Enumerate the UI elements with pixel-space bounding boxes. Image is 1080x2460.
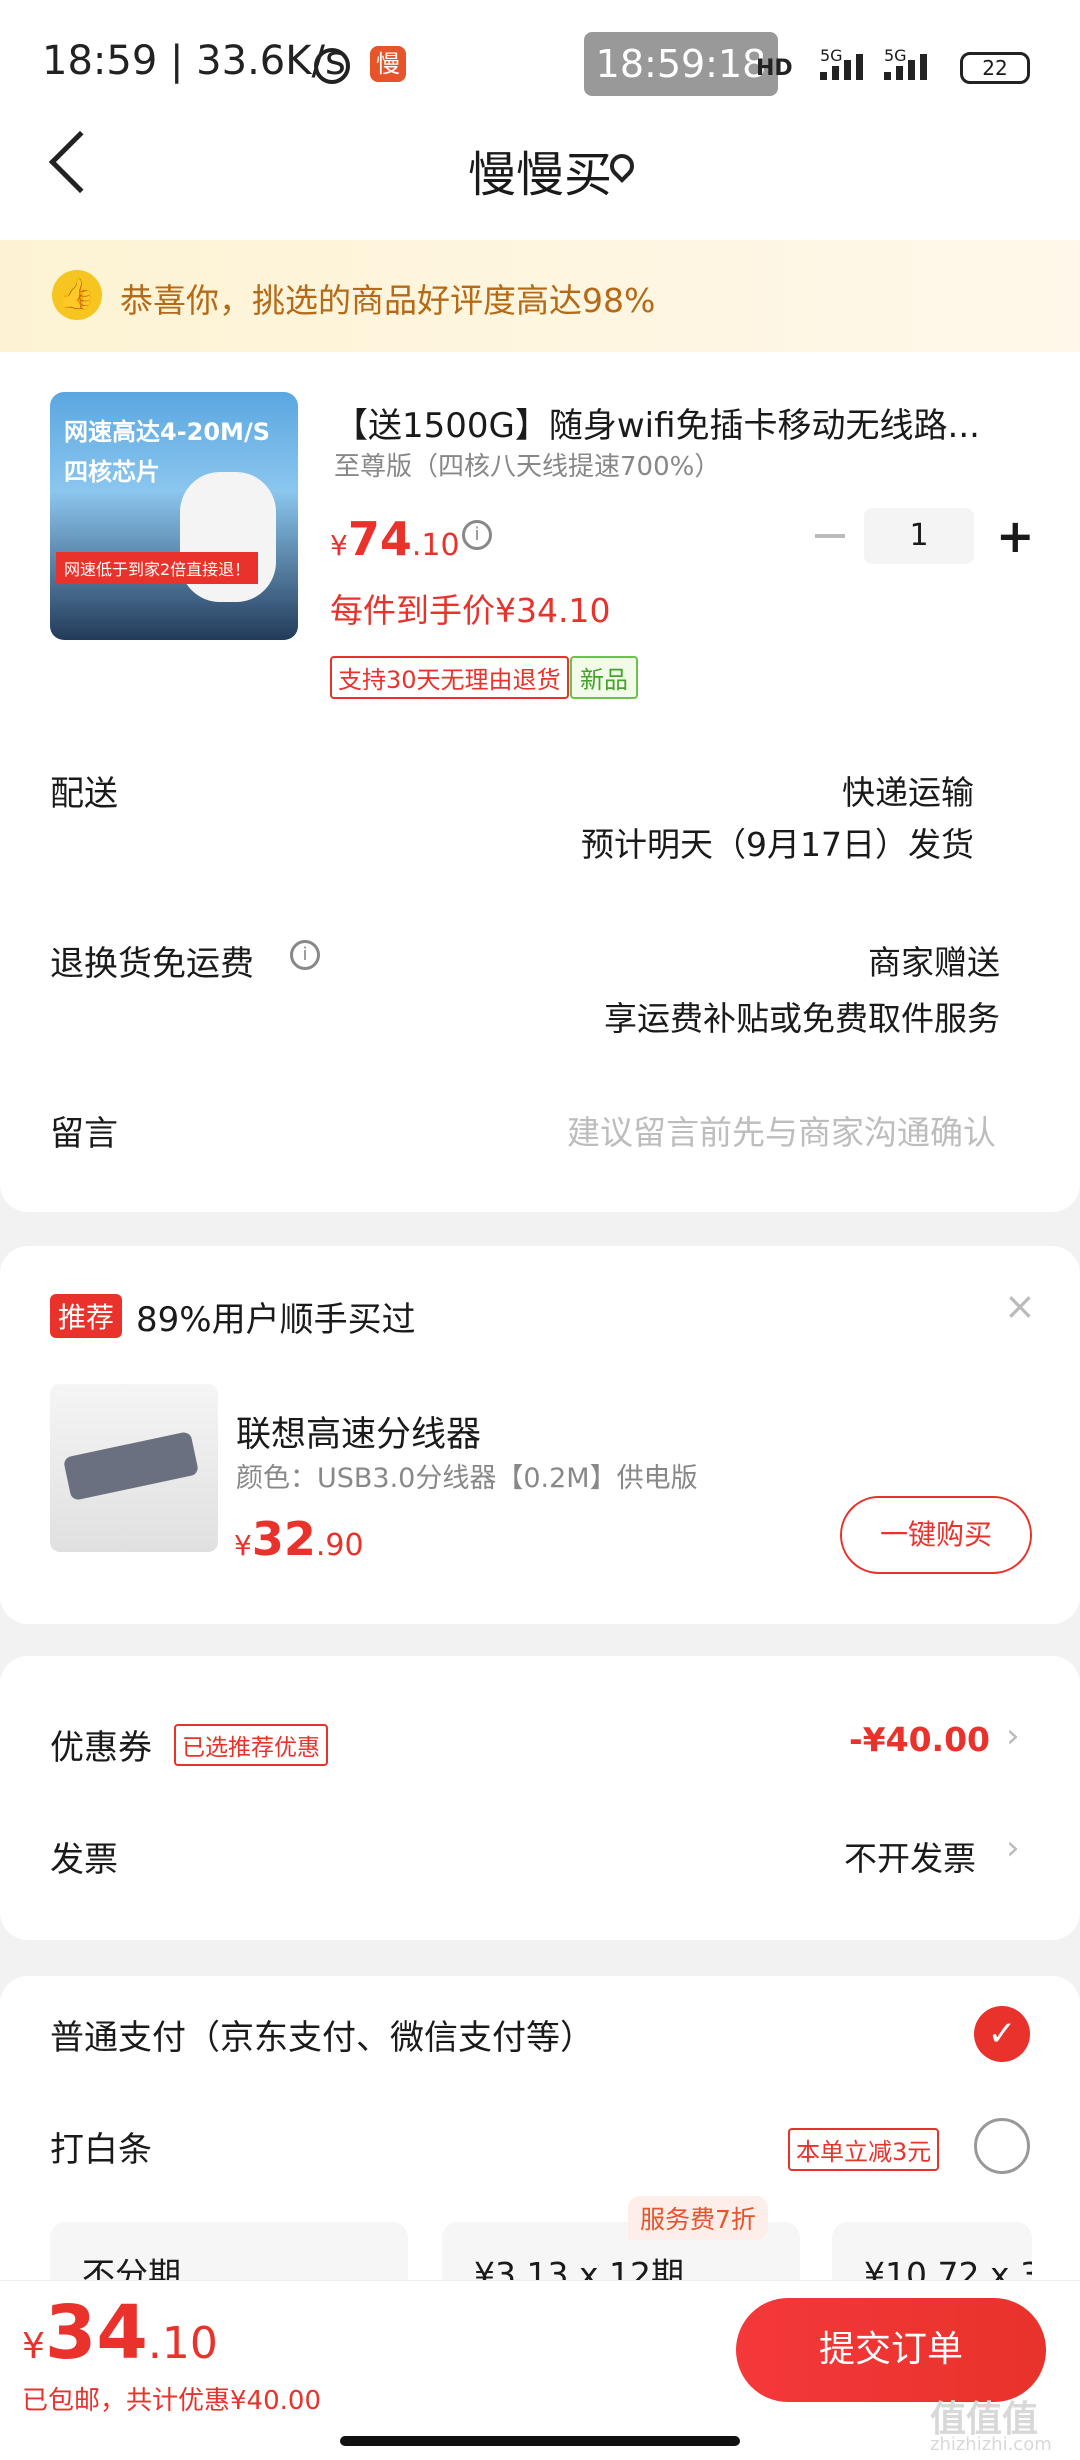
minus-button[interactable] bbox=[815, 534, 845, 538]
hd-icon: HD bbox=[756, 56, 793, 81]
return-shipping-desc: 享运费补贴或免费取件服务 bbox=[604, 999, 1000, 1038]
home-indicator[interactable] bbox=[340, 2436, 740, 2446]
one-click-buy-button[interactable]: 一键购买 bbox=[840, 1496, 1032, 1574]
return-policy-tag: 支持30天无理由退货 bbox=[330, 656, 569, 699]
check-unselected-icon[interactable] bbox=[974, 2118, 1030, 2174]
status-time-speed: 18:59 | 33.6K/s bbox=[42, 38, 346, 84]
rec-price-int: 32 bbox=[251, 1512, 316, 1566]
normal-pay-label[interactable]: 普通支付（京东支付、微信支付等） bbox=[50, 2010, 594, 2059]
coupon-tag: 已选推荐优惠 bbox=[174, 1724, 328, 1766]
message-label: 留言 bbox=[50, 1114, 118, 1154]
recommend-tag: 推荐 bbox=[50, 1294, 123, 1338]
price-dec: .10 bbox=[411, 528, 460, 563]
coupon-value[interactable]: -¥40.00 bbox=[849, 1720, 990, 1759]
invoice-label: 发票 bbox=[50, 1840, 118, 1880]
fee-discount-badge: 服务费7折 bbox=[628, 2196, 768, 2240]
product-image-line1: 网速高达4-20M/S bbox=[64, 418, 270, 446]
total-note: 已包邮，共计优惠¥40.00 bbox=[22, 2380, 321, 2417]
banner-text: 恭喜你，挑选的商品好评度高达98% bbox=[120, 281, 656, 320]
close-icon[interactable]: × bbox=[1004, 1284, 1036, 1328]
return-info-icon[interactable]: i bbox=[290, 940, 320, 970]
total-dec: .10 bbox=[147, 2318, 218, 2369]
submit-order-button[interactable]: 提交订单 bbox=[736, 2298, 1046, 2402]
delivery-eta: 预计明天（9月17日）发货 bbox=[581, 825, 974, 864]
product-name[interactable]: 【送1500G】随身wifi免插卡移动无线路... bbox=[334, 398, 1014, 447]
return-shipping-label: 退换货免运费 bbox=[50, 944, 254, 984]
recommend-spec: 颜色：USB3.0分线器【0.2M】供电版 bbox=[236, 1463, 698, 1494]
baitiao-label[interactable]: 打白条 bbox=[50, 2122, 152, 2171]
product-image-line2: 四核芯片 bbox=[64, 458, 160, 486]
currency-symbol: ¥ bbox=[330, 529, 348, 562]
total-price: ¥34.10 bbox=[22, 2290, 218, 2376]
total-note-prefix: 已包邮，共计优惠 bbox=[22, 2386, 231, 2416]
product-image-tag: 网速低于到家2倍直接退！ bbox=[56, 552, 259, 584]
total-note-amount: ¥40.00 bbox=[230, 2386, 321, 2416]
check-selected-icon[interactable]: ✓ bbox=[974, 2006, 1030, 2062]
product-image[interactable]: 网速高达4-20M/S 四核芯片 网速低于到家2倍直接退！ bbox=[50, 392, 298, 640]
product-spec[interactable]: 至尊版（四核八天线提速700%） bbox=[334, 446, 720, 483]
recommend-price: ¥32.90 bbox=[234, 1512, 364, 1566]
page-title: 慢慢买 bbox=[467, 147, 612, 203]
thumbs-up-icon: 👍 bbox=[52, 270, 102, 320]
network-label: 5G bbox=[820, 46, 843, 65]
signal-icon: 5G bbox=[820, 46, 876, 80]
battery-icon: 22 bbox=[960, 52, 1030, 84]
delivery-label: 配送 bbox=[50, 774, 118, 814]
usb-hub-shape bbox=[62, 1430, 200, 1502]
overlay-time: 18:59:18 bbox=[584, 32, 778, 96]
chevron-right-icon-2[interactable]: › bbox=[1006, 1828, 1020, 1868]
coupon-label: 优惠券 bbox=[50, 1728, 152, 1768]
invoice-value[interactable]: 不开发票 bbox=[844, 1832, 976, 1880]
return-shipping-value: 商家赠送 bbox=[868, 943, 1000, 982]
chevron-right-icon[interactable]: › bbox=[1006, 1716, 1020, 1756]
recommend-image[interactable] bbox=[50, 1384, 218, 1552]
total-currency: ¥ bbox=[22, 2326, 45, 2367]
coupon-card bbox=[0, 1656, 1080, 1940]
price-int: 74 bbox=[347, 512, 412, 566]
baitiao-discount-tag: 本单立减3元 bbox=[788, 2128, 940, 2171]
total-int: 34 bbox=[44, 2290, 148, 2376]
each-price: 每件到手价¥34.10 bbox=[330, 591, 611, 630]
watermark-url: zhizhizhi.com bbox=[930, 2434, 1052, 2455]
plus-button[interactable]: + bbox=[996, 508, 1035, 564]
signal-icon-2: 5G bbox=[884, 46, 940, 80]
rec-price-dec: .90 bbox=[315, 1528, 364, 1563]
network-label-2: 5G bbox=[884, 46, 907, 65]
product-price: ¥74.10 bbox=[330, 512, 460, 566]
rec-currency: ¥ bbox=[234, 1529, 252, 1562]
app-badge-icon: 慢 bbox=[370, 46, 406, 82]
alarm-icon bbox=[314, 48, 350, 84]
message-input[interactable]: 建议留言前先与商家沟通确认 bbox=[567, 1106, 996, 1154]
quantity-field[interactable]: 1 bbox=[864, 508, 974, 564]
recommend-name[interactable]: 联想高速分线器 bbox=[236, 1406, 481, 1457]
info-icon[interactable]: i bbox=[462, 520, 492, 550]
recommend-title: 89%用户顺手买过 bbox=[136, 1300, 416, 1340]
delivery-method[interactable]: 快递运输 bbox=[842, 766, 974, 814]
new-tag: 新品 bbox=[570, 656, 638, 699]
